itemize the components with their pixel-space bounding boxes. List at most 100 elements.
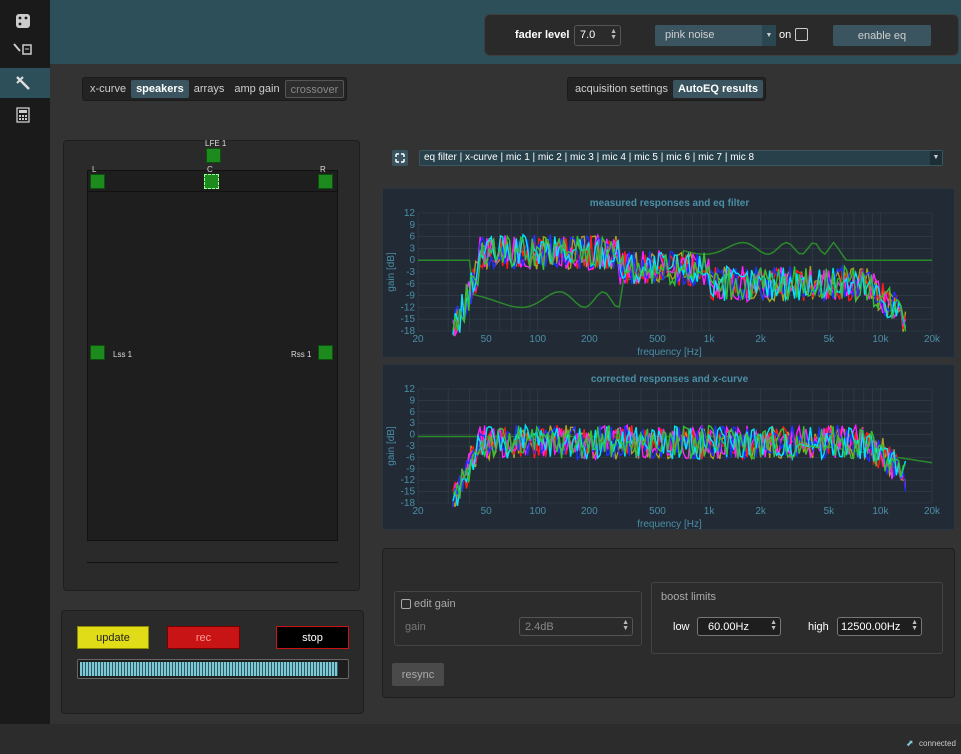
fader-level-label: fader level <box>515 29 570 41</box>
right-tab-autoeq-results[interactable]: AutoEQ results <box>672 80 764 98</box>
room-outline <box>87 170 338 563</box>
dice-icon[interactable] <box>12 10 34 32</box>
y-tick-label: -6 <box>406 279 415 290</box>
speaker-label-center: C <box>207 165 213 174</box>
gain-value: 2.4dB <box>525 621 554 633</box>
y-tick-label: -6 <box>406 452 415 463</box>
resync-button[interactable]: resync <box>392 663 444 686</box>
calculator-icon[interactable] <box>12 104 34 126</box>
y-tick-label: 12 <box>404 208 416 219</box>
y-tick-label: -15 <box>401 487 416 498</box>
y-tick-label: -12 <box>401 475 416 486</box>
corrected-responses-chart: corrected responses and x-curve129630-3-… <box>386 374 941 530</box>
room-footer <box>87 540 338 562</box>
right-tab-bar: acquisition settings AutoEQ results <box>567 77 767 101</box>
x-tick-label: 500 <box>649 334 666 345</box>
app-window: fader level 7.0 ▲ ▼ pink noise ▼ on enabl… <box>0 0 961 754</box>
noise-select-value: pink noise <box>665 29 715 41</box>
edit-gain-checkbox[interactable] <box>401 599 411 609</box>
enable-eq-button[interactable]: enable eq <box>833 25 931 46</box>
speaker-center[interactable] <box>204 174 219 189</box>
chevron-down-icon: ▼ <box>762 25 776 46</box>
y-tick-label: -3 <box>406 267 415 278</box>
on-label: on <box>779 29 792 41</box>
rec-button[interactable]: rec <box>167 626 240 649</box>
x-tick-label: 1k <box>704 506 716 517</box>
y-tick-label: 9 <box>409 220 415 231</box>
high-label: high <box>808 621 829 633</box>
y-tick-label: 6 <box>409 232 415 243</box>
speaker-label-left: L <box>92 165 97 174</box>
tools-icon[interactable] <box>12 72 34 94</box>
y-tick-label: 0 <box>409 255 415 266</box>
gain-input[interactable]: 2.4dB ▲ ▼ <box>519 617 633 636</box>
right-tab-acquisition-settings[interactable]: acquisition settings <box>570 80 673 98</box>
gain-label: gain <box>405 621 426 633</box>
plot-series-select-value: eq filter | x-curve | mic 1 | mic 2 | mi… <box>424 152 755 163</box>
x-tick-label: 1k <box>704 334 716 345</box>
y-tick-label: -9 <box>406 291 415 302</box>
x-tick-label: 200 <box>581 334 598 345</box>
left-tab-bar: x-curve speakers arrays amp gain crossover <box>82 77 348 101</box>
fader-level-value: 7.0 <box>580 29 596 41</box>
speaker-left[interactable] <box>90 174 105 189</box>
x-tick-label: 2k <box>755 334 767 345</box>
plot-series-select[interactable]: eq filter | x-curve | mic 1 | mic 2 | mi… <box>419 150 943 166</box>
low-freq-stepper-icon[interactable]: ▲ ▼ <box>770 619 777 632</box>
x-axis-label: frequency [Hz] <box>637 519 702 530</box>
edit-gain-label: edit gain <box>414 598 456 610</box>
speaker-rss[interactable] <box>318 345 333 360</box>
x-tick-label: 20 <box>412 334 424 345</box>
speaker-lfe[interactable] <box>206 148 221 163</box>
fader-level-input[interactable]: 7.0 ▲ ▼ <box>574 25 621 46</box>
left-tab-x-curve[interactable]: x-curve <box>85 80 131 98</box>
left-tab-crossover[interactable]: crossover <box>284 80 345 98</box>
level-meter <box>77 659 349 679</box>
speaker-right[interactable] <box>318 174 333 189</box>
plug-icon: ⬈ <box>906 738 914 748</box>
speaker-label-rss: Rss 1 <box>291 350 312 359</box>
y-tick-label: -12 <box>401 302 416 313</box>
x-tick-label: 2k <box>755 506 767 517</box>
low-freq-value: 60.00Hz <box>708 621 749 633</box>
x-tick-label: 20k <box>924 334 941 345</box>
expand-icon[interactable] <box>392 150 408 166</box>
screen-line <box>87 191 338 192</box>
corrected-responses-plot: corrected responses and x-curve 12 9 6 3 0 -3-… <box>382 364 955 530</box>
chevron-down-icon: ▼ <box>930 151 942 165</box>
y-axis-label: gain [dB] <box>386 252 397 292</box>
x-tick-label: 20k <box>924 506 941 517</box>
update-button[interactable]: update <box>77 626 149 649</box>
x-tick-label: 100 <box>529 506 546 517</box>
y-tick-label: 6 <box>409 407 415 418</box>
low-freq-input[interactable]: 60.00Hz ▲ ▼ <box>697 617 781 636</box>
x-tick-label: 10k <box>872 334 889 345</box>
y-tick-label: 3 <box>409 418 415 429</box>
x-tick-label: 50 <box>481 334 493 345</box>
x-tick-label: 20 <box>412 506 424 517</box>
high-freq-input[interactable]: 12500.00Hz ▲ ▼ <box>837 617 922 636</box>
high-freq-stepper-icon[interactable]: ▲ ▼ <box>911 619 918 632</box>
x-tick-label: 100 <box>529 334 546 345</box>
level-meter-fill <box>80 662 339 676</box>
on-checkbox[interactable] <box>795 28 808 41</box>
y-axis-label: gain [dB] <box>386 426 397 466</box>
measured-responses-plot: measured responses and eq filter 12 9 6 3 0 -3… <box>382 188 955 358</box>
gain-stepper-icon[interactable]: ▲ ▼ <box>622 619 629 632</box>
top-controls: fader level 7.0 ▲ ▼ pink noise ▼ on enabl… <box>484 14 959 56</box>
stop-button[interactable]: stop <box>276 626 349 649</box>
left-tab-amp-gain[interactable]: amp gain <box>229 80 284 98</box>
edit-icon[interactable] <box>12 38 34 60</box>
left-tab-speakers[interactable]: speakers <box>131 80 189 98</box>
y-tick-label: 9 <box>409 395 415 406</box>
y-tick-label: 0 <box>409 430 415 441</box>
x-axis-label: frequency [Hz] <box>637 347 702 358</box>
noise-select[interactable]: pink noise ▼ <box>655 25 776 46</box>
x-tick-label: 50 <box>481 506 493 517</box>
low-label: low <box>673 621 690 633</box>
y-tick-label: -3 <box>406 441 415 452</box>
left-tab-arrays[interactable]: arrays <box>189 80 230 98</box>
x-tick-label: 5k <box>824 506 836 517</box>
fader-stepper-icon[interactable]: ▲ ▼ <box>610 28 617 41</box>
speaker-lss[interactable] <box>90 345 105 360</box>
